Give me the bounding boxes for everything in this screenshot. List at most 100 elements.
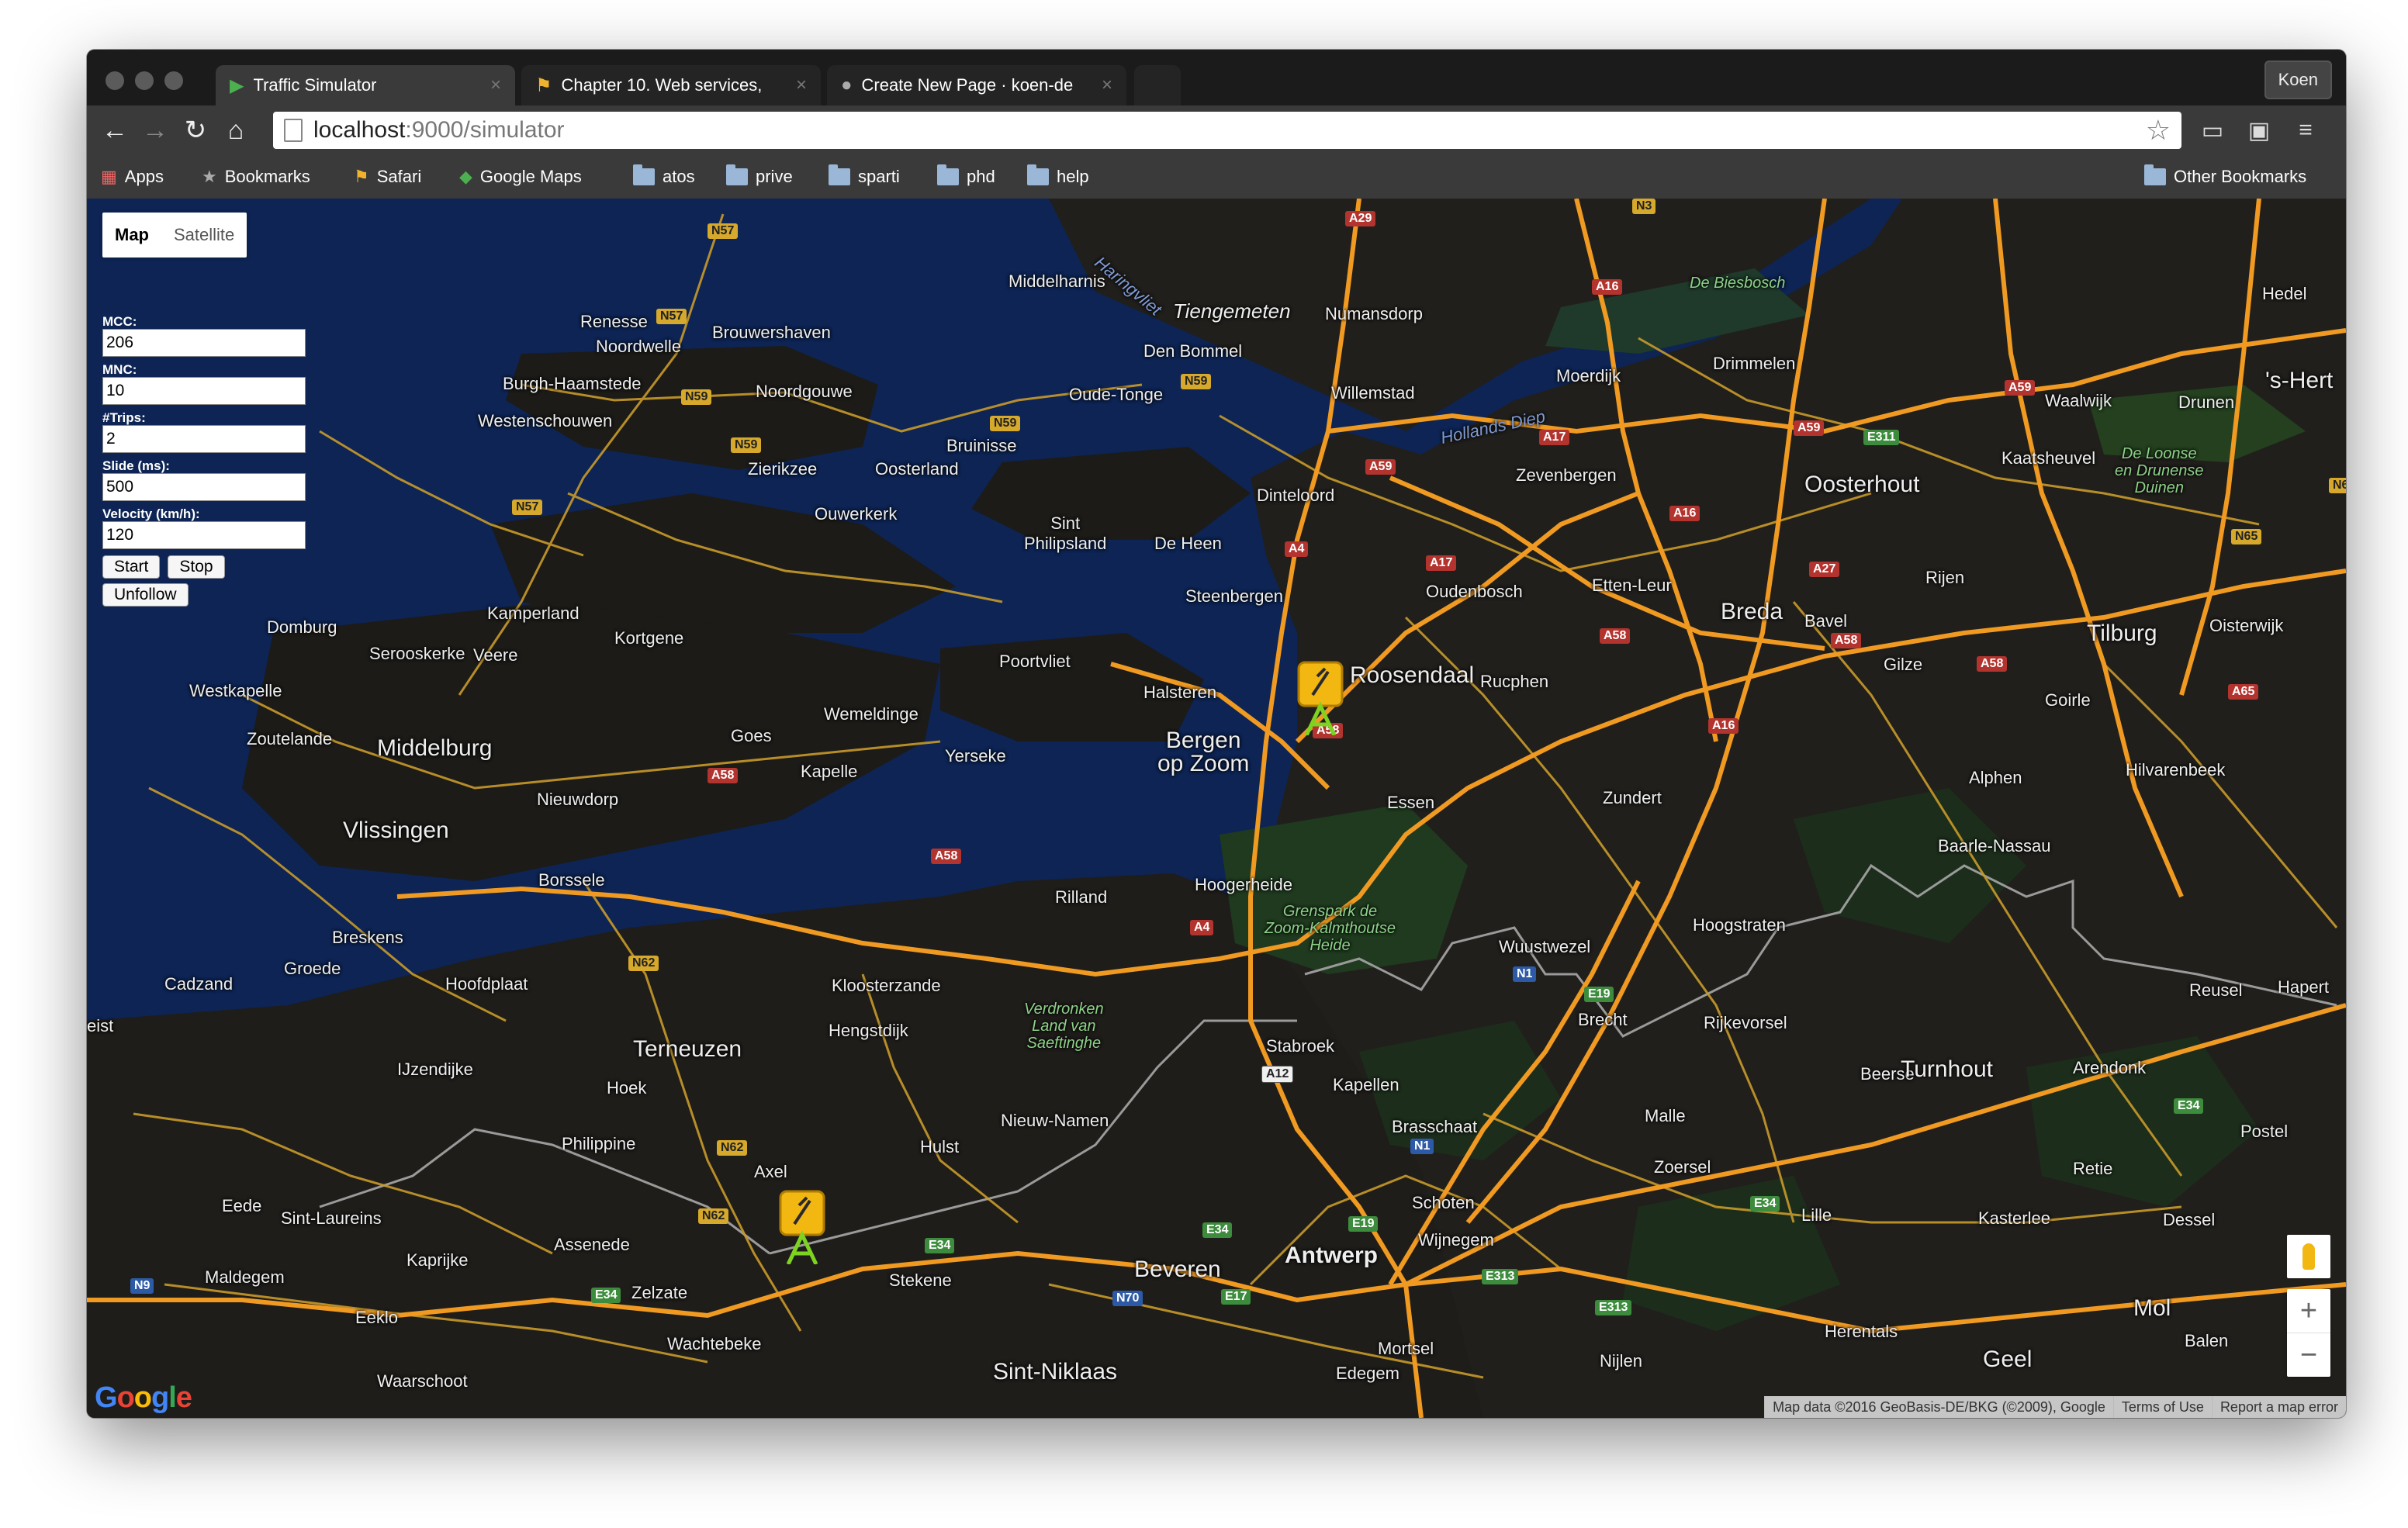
close-tab-icon[interactable]: ×	[1102, 74, 1112, 96]
bookmark-apps[interactable]: ▦ Apps	[101, 164, 164, 189]
close-window-button[interactable]	[106, 71, 124, 90]
road-shield: A58	[1831, 633, 1862, 648]
bookmark-label: Google Maps	[479, 167, 582, 186]
slide-input[interactable]: 500	[102, 473, 306, 501]
bookmark-label: Other Bookmarks	[2174, 167, 2307, 186]
place-label: Kaatsheuvel	[2001, 448, 2096, 468]
place-label: Hulst	[920, 1137, 960, 1156]
close-tab-icon[interactable]: ×	[490, 74, 501, 96]
place-label: Breskens	[332, 928, 403, 947]
bookmark-folder-atos[interactable]: atos	[633, 164, 695, 189]
road-shield: A58	[931, 849, 962, 864]
bookmark-folder-help[interactable]: help	[1027, 164, 1089, 189]
zoom-in-button[interactable]: +	[2287, 1289, 2330, 1333]
minimize-window-button[interactable]	[135, 71, 154, 90]
menu-icon[interactable]: ≡	[2290, 115, 2321, 146]
place-label: Roosendaal	[1350, 662, 1475, 688]
address-bar[interactable]: localhost:9000/simulator ☆	[273, 112, 2181, 149]
cast-icon[interactable]: ▭	[2197, 115, 2228, 146]
profile-button[interactable]: Koen	[2264, 60, 2332, 99]
mnc-input[interactable]: 10	[102, 377, 306, 405]
close-tab-icon[interactable]: ×	[796, 74, 807, 96]
map-canvas[interactable]: Map Satellite MCC: 206 MNC: 10 #Trips: 2…	[87, 199, 2346, 1418]
bookmark-safari[interactable]: ⚑ Safari	[354, 164, 421, 189]
place-label: Oudenbosch	[1426, 582, 1523, 601]
terms-of-use-link[interactable]: Terms of Use	[2112, 1396, 2212, 1418]
home-icon[interactable]: ⌂	[219, 113, 253, 147]
cell-tower-marker[interactable]	[779, 1190, 825, 1264]
map-data-credit: Map data ©2016 GeoBasis-DE/BKG (©2009), …	[1764, 1396, 2113, 1418]
park-label: De Biesbosch	[1690, 275, 1786, 292]
place-label: Middelharnis	[1009, 271, 1105, 291]
map-type-satellite-button[interactable]: Satellite	[161, 213, 247, 258]
bookmark-folder-phd[interactable]: phd	[937, 164, 995, 189]
road-shield: A4	[1190, 920, 1214, 935]
road-shield: E17	[1221, 1289, 1251, 1305]
road-shield: E34	[1750, 1196, 1780, 1212]
place-label: Brouwershaven	[712, 323, 831, 342]
new-tab-button[interactable]	[1134, 65, 1181, 105]
mcc-input[interactable]: 206	[102, 329, 306, 357]
unfollow-button[interactable]: Unfollow	[102, 583, 189, 607]
road-shield: A27	[1809, 562, 1840, 577]
start-button[interactable]: Start	[102, 555, 161, 579]
place-label: 's-Hert	[2265, 368, 2334, 393]
zoom-out-button[interactable]: −	[2287, 1333, 2330, 1377]
place-label: Tilburg	[2087, 621, 2157, 646]
bookmark-google-maps[interactable]: ◆ Google Maps	[459, 164, 582, 189]
forward-arrow-icon[interactable]: →	[138, 113, 172, 147]
bookmark-folder-sparti[interactable]: sparti	[829, 164, 900, 189]
bookmark-label: Bookmarks	[224, 167, 310, 186]
place-label: Wijnegem	[1418, 1230, 1494, 1250]
folder-icon	[633, 164, 655, 185]
star-icon[interactable]: ☆	[2146, 114, 2171, 147]
tab-chapter-10[interactable]: ⚑ Chapter 10. Web services, ×	[521, 65, 821, 105]
place-label: Veere	[473, 645, 518, 665]
tab-create-new-page[interactable]: ● Create New Page · koen-de ×	[827, 65, 1126, 105]
place-label: Groede	[284, 959, 341, 978]
stop-button[interactable]: Stop	[168, 555, 225, 579]
road-shield: E34	[1202, 1222, 1233, 1238]
other-bookmarks[interactable]: Other Bookmarks	[2144, 164, 2306, 189]
velocity-input[interactable]: 120	[102, 521, 306, 549]
trips-label: #Trips:	[102, 410, 146, 425]
place-label: Turnhout	[1901, 1056, 1993, 1082]
place-label: Hoofdplaat	[445, 974, 528, 994]
back-arrow-icon[interactable]: ←	[98, 113, 132, 147]
place-label: Eeklo	[355, 1308, 399, 1327]
place-label: Waalwijk	[2045, 391, 2112, 410]
place-label: Numansdorp	[1325, 304, 1423, 323]
follow-buttons: Unfollow	[102, 583, 312, 607]
place-label: Westkapelle	[189, 681, 282, 700]
bookmark-folder-prive[interactable]: prive	[726, 164, 793, 189]
bookmark-flag-icon: ⚑	[535, 74, 552, 96]
google-logo: Google	[95, 1381, 192, 1414]
cell-tower-marker[interactable]	[1297, 661, 1344, 735]
place-label: Balen	[2185, 1331, 2229, 1350]
github-icon: ●	[841, 74, 853, 95]
place-label: Kapelle	[801, 762, 858, 781]
place-label: Rucphen	[1480, 672, 1549, 691]
browser-window: ▶ Traffic Simulator × ⚑ Chapter 10. Web …	[87, 50, 2346, 1418]
place-label: Lille	[1801, 1205, 1832, 1225]
tab-traffic-simulator[interactable]: ▶ Traffic Simulator ×	[216, 65, 515, 105]
place-label: Edegem	[1336, 1364, 1399, 1383]
place-label: Kasterlee	[1978, 1208, 2050, 1228]
street-view-pegman-icon[interactable]	[2287, 1235, 2330, 1278]
maximize-window-button[interactable]	[164, 71, 183, 90]
place-label: Burgh-Haamstede	[503, 374, 642, 393]
road-shield: N70	[1112, 1291, 1143, 1306]
place-label: Vlissingen	[343, 818, 449, 843]
place-label: Zoersel	[1654, 1157, 1711, 1177]
folder-icon	[2144, 164, 2166, 185]
road-shield: E311	[1863, 430, 1900, 445]
extension-icon[interactable]: ▣	[2244, 115, 2275, 146]
place-label: Eede	[222, 1196, 262, 1215]
road-shield: N57	[512, 500, 543, 515]
map-type-map-button[interactable]: Map	[102, 213, 161, 258]
trips-input[interactable]: 2	[102, 425, 306, 453]
reload-icon[interactable]: ↻	[178, 113, 213, 147]
bookmark-bookmarks[interactable]: ★ Bookmarks	[202, 164, 310, 189]
report-map-error-link[interactable]: Report a map error	[2211, 1396, 2346, 1418]
bookmarks-bar: ▦ Apps ★ Bookmarks ⚑ Safari ◆ Google Map…	[87, 155, 2346, 199]
